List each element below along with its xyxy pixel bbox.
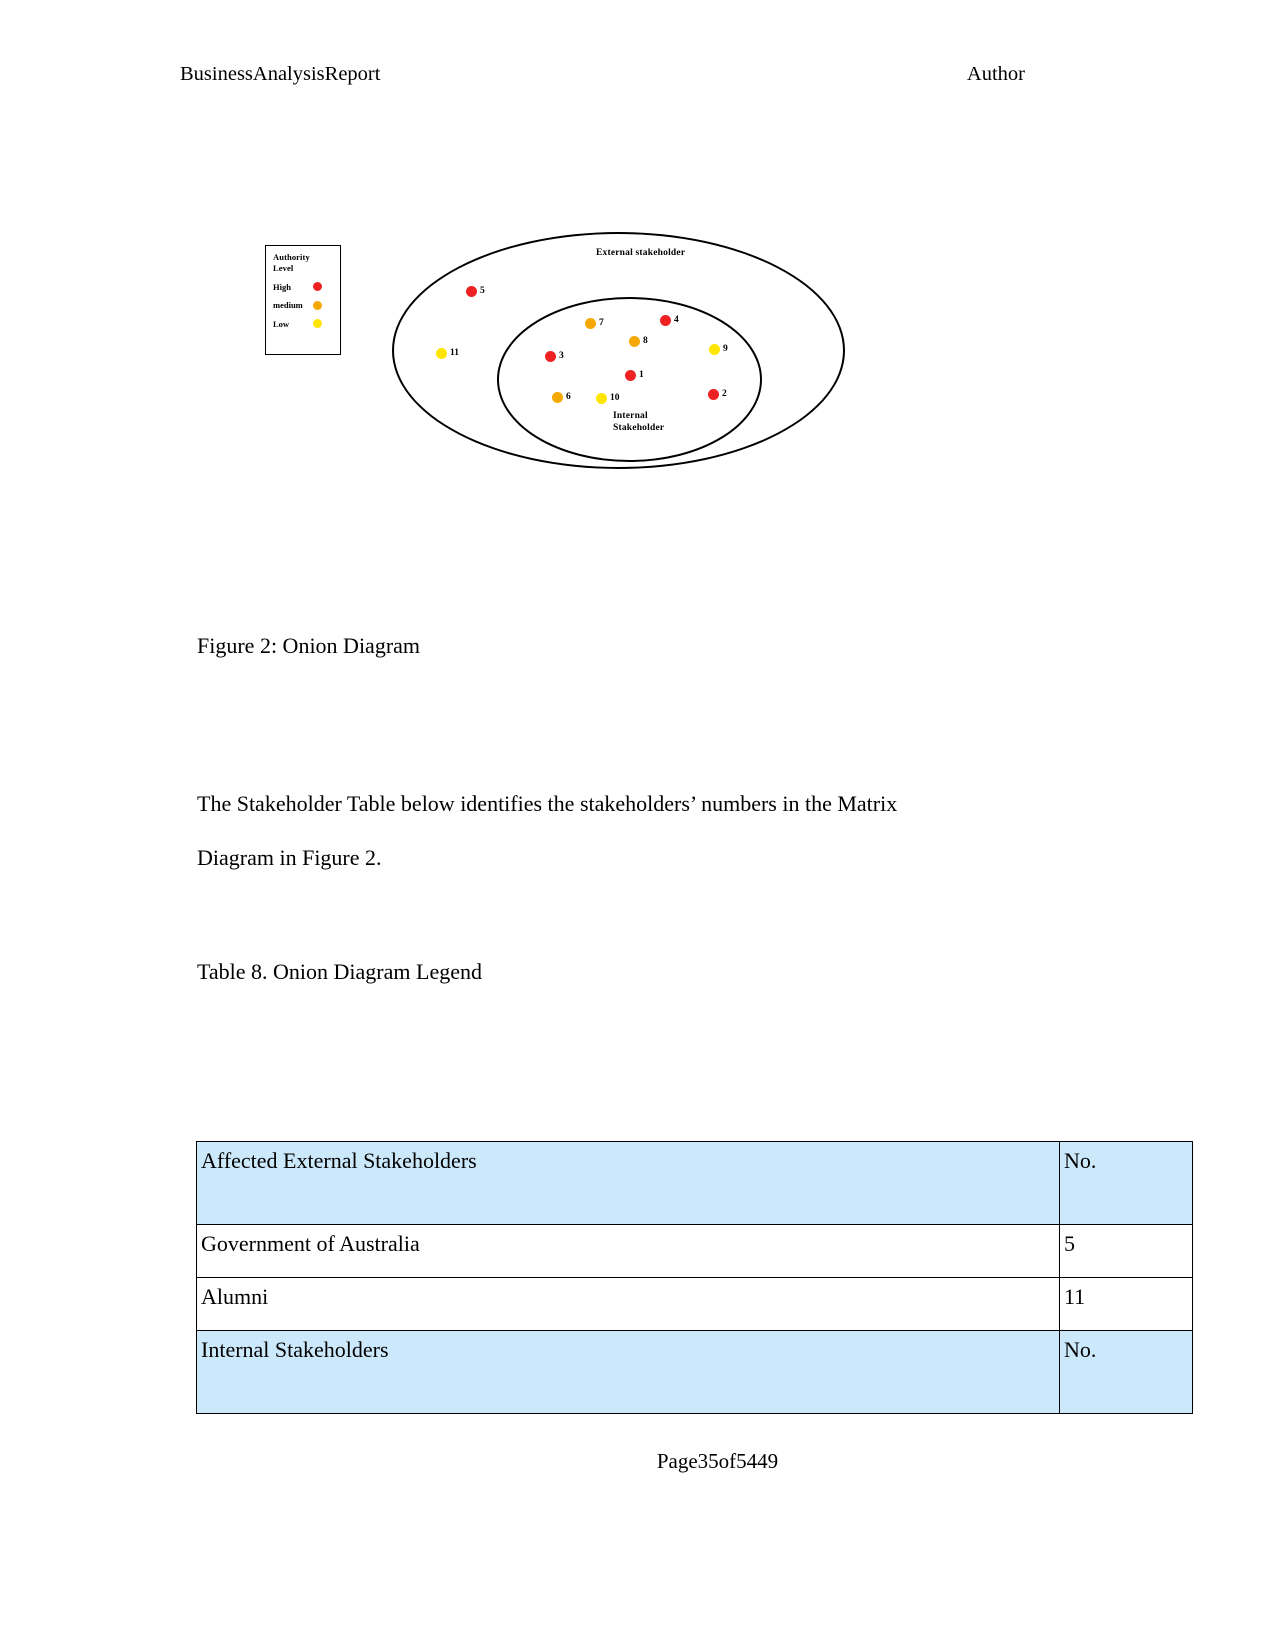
stakeholder-dot-icon (709, 344, 720, 355)
stakeholder-node-number: 5 (480, 285, 485, 296)
body-paragraph-line2: Diagram in Figure 2. (197, 845, 382, 870)
stakeholder-node-number: 3 (559, 350, 564, 361)
figure-caption: Figure 2: Onion Diagram (197, 633, 421, 658)
stakeholder-node-5: 5 (466, 286, 485, 297)
stakeholder-dot-icon (552, 392, 563, 403)
table-cell-number: No. (1059, 1141, 1193, 1225)
table-header-row: Affected External Stakeholders No. (196, 1141, 1193, 1225)
table-caption: Table 8. Onion Diagram Legend (197, 959, 482, 984)
table-row: Government of Australia 5 (196, 1224, 1193, 1278)
onion-diagram-figure: Authority Level High medium Low External… (0, 0, 1275, 520)
stakeholder-node-number: 6 (566, 391, 571, 402)
stakeholder-node-number: 8 (643, 335, 648, 346)
stakeholder-dot-icon (545, 351, 556, 362)
table-cell-stakeholder-name: Affected External Stakeholders (196, 1141, 1060, 1225)
legend-row-high: High (273, 282, 335, 292)
legend-label-medium: medium (273, 300, 303, 311)
legend-title-line2: Level (273, 262, 294, 273)
table-header-row: Internal Stakeholders No. (196, 1330, 1193, 1414)
body-paragraph: The Stakeholder Table below identifies t… (197, 777, 1043, 885)
stakeholder-node-number: 4 (674, 314, 679, 325)
stakeholder-dot-icon (660, 315, 671, 326)
legend-title: Authority Level (273, 252, 340, 273)
onion-diagram-legend-table: Affected External Stakeholders No. Governm… (196, 1141, 1193, 1414)
external-ring-label: External stakeholder (596, 248, 686, 258)
table-cell-number: 5 (1059, 1224, 1193, 1278)
table-row: Alumni 11 (196, 1277, 1193, 1331)
document-page: BusinessAnalysisReport Author Authority … (0, 0, 1275, 1650)
page-number: Page35of5449 (656, 1449, 779, 1473)
legend-dot-high-icon (313, 282, 322, 292)
stakeholder-node-number: 9 (723, 343, 728, 354)
table-cell-number: 11 (1059, 1277, 1193, 1331)
stakeholder-node-number: 7 (599, 317, 604, 328)
stakeholder-dot-icon (596, 393, 607, 404)
stakeholder-node-number: 2 (722, 388, 727, 399)
stakeholder-dot-icon (466, 286, 477, 297)
stakeholder-node-6: 6 (552, 392, 571, 403)
stakeholder-node-number: 11 (450, 347, 459, 358)
stakeholder-node-number: 10 (610, 392, 620, 403)
stakeholder-node-3: 3 (545, 351, 564, 362)
stakeholder-node-1: 1 (625, 370, 644, 381)
stakeholder-dot-icon (625, 370, 636, 381)
table-cell-stakeholder-name: Internal Stakeholders (196, 1330, 1060, 1414)
legend-row-medium: medium (273, 300, 335, 310)
stakeholder-node-2: 2 (708, 389, 727, 400)
legend-dot-medium-icon (313, 300, 322, 310)
legend-title-line1: Authority (273, 252, 310, 262)
legend-label-high: High (273, 281, 291, 292)
legend-dot-low-icon (313, 319, 322, 329)
authority-level-legend: Authority Level High medium Low (265, 245, 341, 355)
stakeholder-node-8: 8 (629, 336, 648, 347)
document-footer: Page35of5449 (0, 1449, 1275, 1474)
stakeholder-node-number: 1 (639, 369, 644, 380)
internal-ring-label-line1: Internal (613, 411, 648, 421)
stakeholder-dot-icon (629, 336, 640, 347)
table-cell-stakeholder-name: Government of Australia (196, 1224, 1060, 1278)
table-cell-number: No. (1059, 1330, 1193, 1414)
stakeholder-dot-icon (585, 318, 596, 329)
stakeholder-dot-icon (436, 348, 447, 359)
legend-row-low: Low (273, 319, 335, 329)
stakeholder-node-7: 7 (585, 318, 604, 329)
stakeholder-node-4: 4 (660, 315, 679, 326)
stakeholder-node-11: 11 (436, 348, 459, 359)
table-cell-stakeholder-name: Alumni (196, 1277, 1060, 1331)
stakeholder-node-10: 10 (596, 393, 620, 404)
stakeholder-node-9: 9 (709, 344, 728, 355)
legend-label-low: Low (273, 318, 290, 329)
internal-ring-label-line2: Stakeholder (613, 422, 665, 433)
internal-ring-label: Internal Stakeholder (613, 411, 693, 435)
stakeholder-dot-icon (708, 389, 719, 400)
body-paragraph-line1: The Stakeholder Table below identifies t… (197, 791, 898, 816)
